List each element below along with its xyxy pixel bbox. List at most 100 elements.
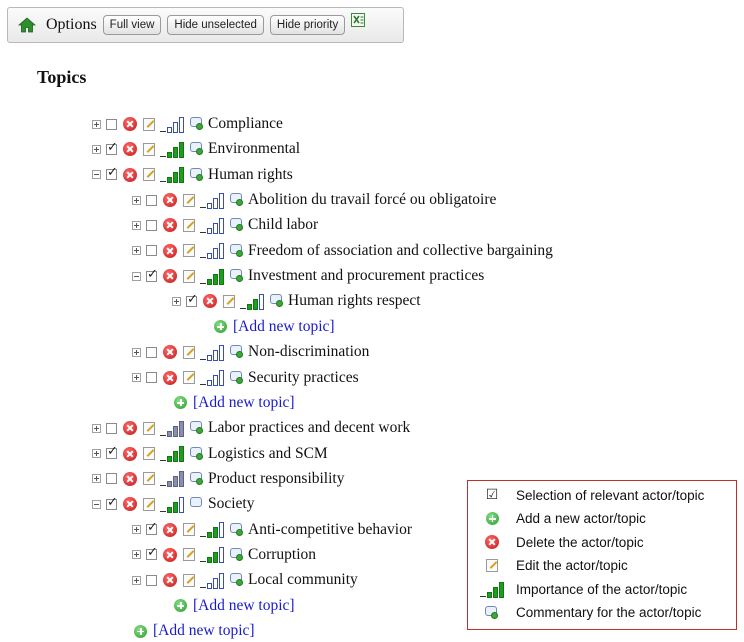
expand-icon[interactable]	[132, 347, 141, 357]
importance-icon[interactable]	[160, 496, 185, 513]
delete-icon[interactable]	[123, 497, 137, 512]
expand-icon[interactable]	[92, 144, 101, 154]
edit-icon[interactable]	[183, 244, 195, 258]
collapse-icon[interactable]	[92, 170, 101, 180]
edit-icon[interactable]	[143, 447, 155, 461]
importance-icon[interactable]	[160, 420, 185, 437]
edit-icon[interactable]	[183, 573, 195, 587]
add-icon[interactable]	[174, 396, 187, 410]
expand-icon[interactable]	[132, 373, 141, 382]
add-new-topic-link[interactable]: [Add new topic]	[233, 318, 335, 336]
delete-icon[interactable]	[163, 522, 177, 537]
delete-icon[interactable]	[203, 294, 217, 309]
select-checkbox[interactable]	[186, 292, 198, 307]
delete-icon[interactable]	[123, 421, 137, 436]
delete-icon[interactable]	[163, 573, 177, 588]
add-new-topic-link[interactable]: [Add new topic]	[153, 622, 255, 640]
importance-icon[interactable]	[200, 242, 225, 260]
comment-icon[interactable]	[230, 269, 244, 283]
delete-icon[interactable]	[123, 142, 137, 157]
select-checkbox[interactable]	[106, 140, 118, 155]
collapse-icon[interactable]	[92, 499, 101, 509]
delete-icon[interactable]	[123, 471, 137, 486]
edit-icon[interactable]	[223, 294, 235, 308]
delete-icon[interactable]	[163, 370, 177, 385]
delete-icon[interactable]	[123, 167, 137, 182]
add-new-topic-link[interactable]: [Add new topic]	[193, 597, 295, 615]
importance-icon[interactable]	[160, 116, 185, 133]
edit-icon[interactable]	[143, 142, 155, 156]
select-checkbox[interactable]	[106, 422, 117, 434]
importance-icon[interactable]	[200, 217, 225, 234]
comment-icon[interactable]	[230, 218, 244, 232]
importance-icon[interactable]	[160, 445, 185, 463]
comment-icon[interactable]	[230, 573, 244, 587]
importance-icon[interactable]	[200, 369, 225, 386]
expand-icon[interactable]	[92, 119, 101, 129]
full-view-button[interactable]: Full view	[102, 15, 162, 35]
select-checkbox[interactable]	[146, 346, 157, 358]
delete-icon[interactable]	[163, 547, 177, 562]
edit-icon[interactable]	[143, 117, 155, 131]
add-icon[interactable]	[134, 624, 147, 638]
expand-icon[interactable]	[132, 195, 141, 205]
home-icon[interactable]	[18, 16, 36, 34]
select-checkbox[interactable]	[106, 495, 118, 510]
importance-icon[interactable]	[200, 268, 225, 285]
select-checkbox[interactable]	[146, 545, 158, 561]
comment-icon[interactable]	[230, 243, 244, 258]
edit-icon[interactable]	[143, 497, 155, 511]
add-icon[interactable]	[214, 320, 227, 334]
edit-icon[interactable]	[183, 548, 195, 562]
expand-icon[interactable]	[132, 525, 141, 535]
expand-icon[interactable]	[92, 474, 101, 484]
hide-unselected-button[interactable]: Hide unselected	[167, 15, 264, 35]
comment-icon[interactable]	[190, 446, 204, 461]
select-checkbox[interactable]	[146, 267, 158, 282]
edit-icon[interactable]	[143, 168, 155, 182]
comment-icon[interactable]	[190, 142, 204, 156]
select-checkbox[interactable]	[106, 444, 118, 460]
select-checkbox[interactable]	[106, 118, 117, 130]
comment-icon[interactable]	[230, 522, 244, 537]
delete-icon[interactable]	[123, 117, 137, 131]
comment-icon[interactable]	[190, 421, 204, 435]
delete-icon[interactable]	[163, 243, 177, 258]
comment-icon[interactable]	[190, 117, 204, 131]
comment-icon[interactable]	[230, 193, 244, 207]
select-checkbox[interactable]	[146, 520, 158, 536]
delete-icon[interactable]	[163, 269, 177, 284]
importance-icon[interactable]	[479, 581, 505, 598]
select-checkbox[interactable]	[146, 219, 157, 231]
importance-icon[interactable]	[200, 521, 225, 539]
select-checkbox[interactable]	[146, 372, 157, 383]
edit-icon[interactable]	[183, 193, 195, 207]
add-new-topic-link[interactable]: [Add new topic]	[193, 394, 295, 412]
edit-icon[interactable]	[183, 371, 195, 384]
comment-icon[interactable]	[230, 547, 244, 562]
excel-export-icon[interactable]	[350, 12, 366, 28]
importance-icon[interactable]	[200, 572, 225, 589]
expand-icon[interactable]	[92, 423, 101, 433]
expand-icon[interactable]	[132, 220, 141, 230]
comment-icon[interactable]	[190, 471, 204, 486]
edit-icon[interactable]	[143, 421, 155, 435]
importance-icon[interactable]	[200, 192, 225, 209]
importance-icon[interactable]	[160, 166, 185, 184]
delete-icon[interactable]	[123, 446, 137, 461]
expand-icon[interactable]	[132, 246, 141, 256]
select-checkbox[interactable]	[146, 194, 157, 206]
add-icon[interactable]	[174, 599, 187, 613]
delete-icon[interactable]	[163, 193, 177, 208]
collapse-icon[interactable]	[132, 271, 141, 281]
comment-icon[interactable]	[230, 370, 244, 385]
edit-icon[interactable]	[183, 269, 195, 283]
importance-icon[interactable]	[200, 344, 225, 361]
edit-icon[interactable]	[183, 345, 195, 359]
delete-icon[interactable]	[163, 345, 177, 360]
comment-icon[interactable]	[270, 294, 284, 308]
expand-icon[interactable]	[132, 550, 141, 560]
select-checkbox[interactable]	[146, 574, 157, 586]
hide-priority-button[interactable]: Hide priority	[269, 15, 346, 35]
expand-icon[interactable]	[92, 449, 101, 459]
